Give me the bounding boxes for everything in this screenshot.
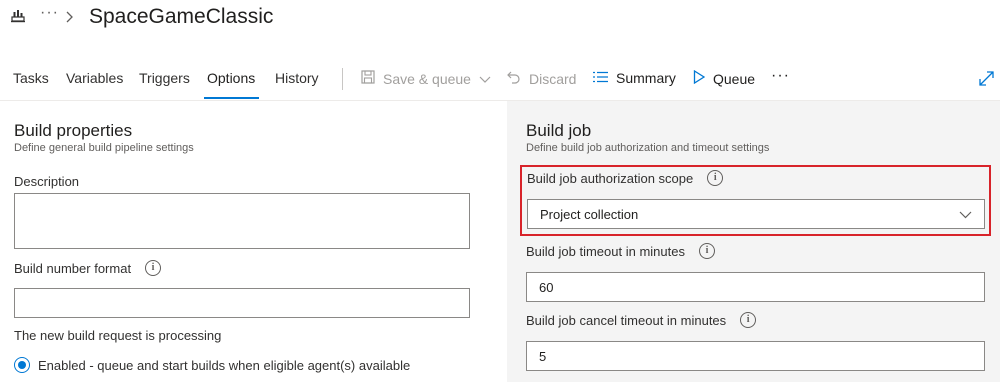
tab-triggers[interactable]: Triggers <box>139 70 190 86</box>
authorization-scope-label: Build job authorization scope i <box>527 170 724 186</box>
build-number-format-label-text: Build number format <box>14 260 132 276</box>
page-title: SpaceGameClassic <box>89 5 274 28</box>
description-label: Description <box>14 174 79 189</box>
timeout-label: Build job timeout in minutes i <box>526 243 715 259</box>
queue-label: Queue <box>713 70 756 87</box>
tab-tasks[interactable]: Tasks <box>13 70 49 86</box>
discard-button[interactable]: Discard <box>507 70 576 87</box>
save-icon <box>361 70 375 87</box>
description-input[interactable] <box>14 193 470 249</box>
active-tab-indicator <box>204 97 259 99</box>
more-actions-button[interactable]: ··· <box>771 67 790 85</box>
radio-selected-dot <box>18 361 26 369</box>
breadcrumb-more-button[interactable]: ··· <box>40 4 59 22</box>
queue-button[interactable]: Queue <box>693 69 756 87</box>
discard-label: Discard <box>529 70 577 87</box>
toolbar-separator <box>342 68 343 90</box>
tab-variables[interactable]: Variables <box>66 70 123 86</box>
save-queue-label: Save & queue <box>383 70 471 87</box>
enabled-radio-label: Enabled - queue and start builds when el… <box>38 357 411 373</box>
timeout-label-text: Build job timeout in minutes <box>526 243 685 259</box>
build-job-subtitle: Define build job authorization and timeo… <box>526 142 770 154</box>
tab-options[interactable]: Options <box>207 70 255 86</box>
timeout-input[interactable]: 60 <box>526 272 985 302</box>
expand-icon[interactable] <box>979 71 994 91</box>
summary-label: Summary <box>616 70 676 86</box>
cancel-timeout-label: Build job cancel timeout in minutes i <box>526 312 757 328</box>
play-icon <box>693 69 706 87</box>
undo-icon <box>507 70 521 87</box>
save-queue-button[interactable]: Save & queue <box>361 70 491 87</box>
build-properties-subtitle: Define general build pipeline settings <box>14 142 194 154</box>
chevron-right-icon <box>64 10 74 23</box>
authorization-scope-value: Project collection <box>540 206 639 222</box>
tab-history[interactable]: History <box>275 70 319 86</box>
build-properties-title: Build properties <box>14 121 133 140</box>
authorization-scope-label-text: Build job authorization scope <box>527 170 694 186</box>
build-job-title: Build job <box>526 121 592 140</box>
build-number-format-label: Build number format i <box>14 260 162 276</box>
info-icon[interactable]: i <box>707 170 724 186</box>
description-label-text: Description <box>14 174 80 189</box>
cancel-timeout-label-text: Build job cancel timeout in minutes <box>526 312 727 328</box>
enabled-radio[interactable] <box>14 357 30 373</box>
summary-button[interactable]: Summary <box>593 70 676 86</box>
chevron-down-icon <box>479 71 491 87</box>
processing-label-text: The new build request is processing <box>14 328 222 343</box>
info-icon[interactable]: i <box>145 260 162 276</box>
info-icon[interactable]: i <box>740 312 757 328</box>
info-icon[interactable]: i <box>698 243 715 259</box>
chevron-down-icon <box>959 207 972 222</box>
authorization-scope-select[interactable]: Project collection <box>527 199 985 229</box>
processing-label: The new build request is processing <box>14 328 221 343</box>
cancel-timeout-input[interactable]: 5 <box>526 341 985 371</box>
list-icon <box>593 70 608 86</box>
pipeline-icon[interactable] <box>10 8 26 24</box>
build-number-format-input[interactable] <box>14 288 470 318</box>
enabled-radio-option[interactable]: Enabled - queue and start builds when el… <box>14 357 410 373</box>
